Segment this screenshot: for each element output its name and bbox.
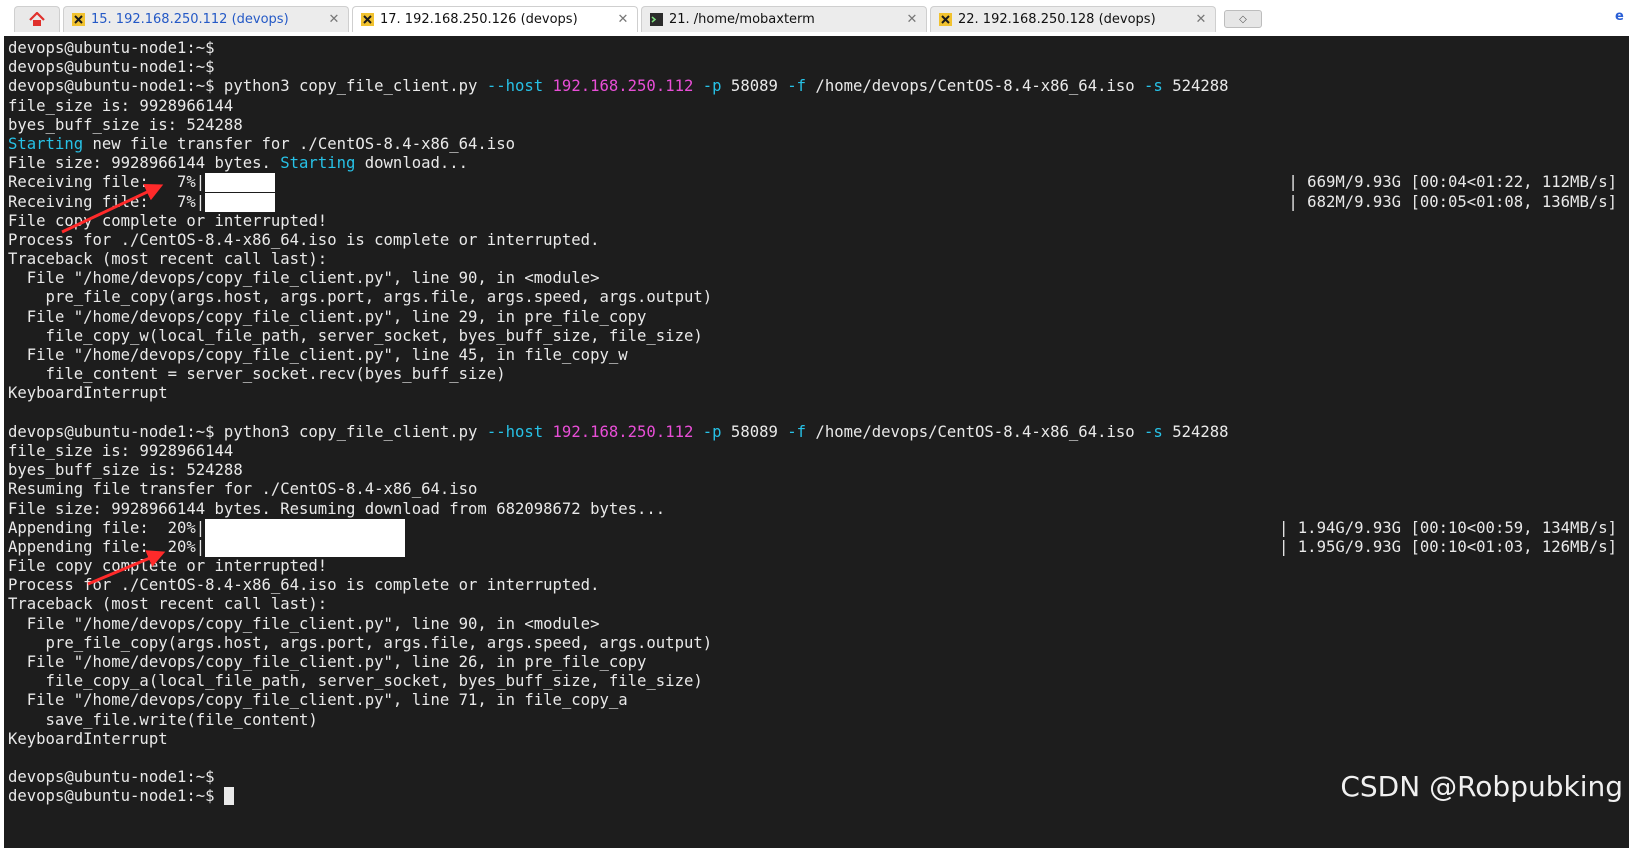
new-tab-button[interactable]: ◇ xyxy=(1224,10,1262,28)
terminal-line: save_file.write(file_content) xyxy=(8,710,318,729)
terminal-line: File size: 9928966144 bytes. Starting do… xyxy=(8,154,469,173)
terminal-line: File "/home/devops/copy_file_client.py",… xyxy=(8,307,647,326)
tab-label: 22. 192.168.250.128 (devops) xyxy=(958,12,1156,27)
terminal-line: KeyboardInterrupt xyxy=(8,729,168,748)
terminal-line: byes_buff_size is: 524288 xyxy=(8,461,243,480)
terminal-line: devops@ubuntu-node1:~$ xyxy=(8,39,215,57)
terminal-line: Appending file: 20%| | 1.94G/9.93G [00:10… xyxy=(8,518,1629,538)
ssh-icon xyxy=(72,13,85,26)
tab-session-21[interactable]: 21. /home/mobaxterm ✕ xyxy=(641,6,927,32)
tab-session-15[interactable]: 15. 192.168.250.112 (devops) ✕ xyxy=(63,6,349,32)
terminal-line: Appending file: 20%| | 1.95G/9.93G [00:10… xyxy=(8,537,1629,557)
progress-bar xyxy=(205,537,406,557)
terminal-line: Process for ./CentOS-8.4-x86_64.iso is c… xyxy=(8,576,600,595)
terminal-line: pre_file_copy(args.host, args.port, args… xyxy=(8,288,713,307)
terminal-line: file_copy_w(local_file_path, server_sock… xyxy=(8,326,703,345)
watermark: CSDN @Robpubking xyxy=(1340,770,1623,803)
progress-stat: | 1.94G/9.93G [00:10<00:59, 134MB/s] xyxy=(1279,518,1617,537)
ssh-icon xyxy=(361,13,374,26)
progress-stat: | 682M/9.93G [00:05<01:08, 136MB/s] xyxy=(1288,192,1617,211)
progress-label: Receiving file: 7%| xyxy=(8,173,206,192)
terminal-line: file_copy_a(local_file_path, server_sock… xyxy=(8,672,703,691)
terminal-line: file_content = server_socket.recv(byes_b… xyxy=(8,365,506,384)
terminal-line: Receiving file: 7%| | 669M/9.93G [00:04<0… xyxy=(8,173,1629,193)
tab-session-17[interactable]: 17. 192.168.250.126 (devops) ✕ xyxy=(352,6,638,32)
terminal-line: file_size is: 9928966144 xyxy=(8,441,234,460)
progress-label: Appending file: 20%| xyxy=(8,537,206,556)
terminal-line: File "/home/devops/copy_file_client.py",… xyxy=(8,269,600,288)
close-icon[interactable]: ✕ xyxy=(1191,12,1211,27)
terminal-line: File "/home/devops/copy_file_client.py",… xyxy=(8,653,647,671)
progress-label: Appending file: 20%| xyxy=(8,518,206,537)
terminal-line: KeyboardInterrupt xyxy=(8,384,168,403)
plus-icon: ◇ xyxy=(1239,13,1247,25)
terminal-line: Resuming file transfer for ./CentOS-8.4-… xyxy=(8,480,478,499)
terminal-line: Process for ./CentOS-8.4-x86_64.iso is c… xyxy=(8,230,600,249)
cursor xyxy=(223,787,234,806)
terminal-line: devops@ubuntu-node1:~$ python3 copy_file… xyxy=(8,422,1229,441)
scroll-right-icon[interactable]: e xyxy=(1615,9,1627,25)
terminal-icon xyxy=(650,13,663,26)
home-button[interactable] xyxy=(14,6,60,32)
progress-stat: | 1.95G/9.93G [00:10<01:03, 126MB/s] xyxy=(1279,537,1617,556)
terminal-line: File "/home/devops/copy_file_client.py",… xyxy=(8,346,628,364)
progress-bar xyxy=(205,518,406,538)
tab-label: 15. 192.168.250.112 (devops) xyxy=(91,12,289,27)
terminal-line: Traceback (most recent call last): xyxy=(8,595,328,614)
terminal-output[interactable]: devops@ubuntu-node1:~$ devops@ubuntu-node… xyxy=(4,36,1629,848)
close-icon[interactable]: ✕ xyxy=(324,12,344,27)
close-icon[interactable]: ✕ xyxy=(613,12,633,27)
terminal-line: File size: 9928966144 bytes. Resuming do… xyxy=(8,499,666,518)
tab-bar: 15. 192.168.250.112 (devops) ✕ 17. 192.1… xyxy=(0,0,1629,36)
terminal-line: File copy complete or interrupted! xyxy=(8,211,328,230)
terminal-line: File copy complete or interrupted! xyxy=(8,557,328,576)
terminal-line: Traceback (most recent call last): xyxy=(8,250,328,269)
terminal-line: File "/home/devops/copy_file_client.py",… xyxy=(8,614,600,633)
progress-label: Receiving file: 7%| xyxy=(8,192,206,211)
ssh-icon xyxy=(939,13,952,26)
tab-label: 17. 192.168.250.126 (devops) xyxy=(380,12,578,27)
terminal-line: file_size is: 9928966144 xyxy=(8,96,234,115)
terminal-line: File "/home/devops/copy_file_client.py",… xyxy=(8,691,628,710)
terminal-line: Receiving file: 7%| | 682M/9.93G [00:05<0… xyxy=(8,192,1629,212)
terminal-line: devops@ubuntu-node1:~$ python3 copy_file… xyxy=(8,77,1229,96)
terminal-line: Starting new file transfer for ./CentOS-… xyxy=(8,134,515,153)
progress-bar xyxy=(205,192,276,212)
home-icon xyxy=(29,12,45,26)
tab-label: 21. /home/mobaxterm xyxy=(669,12,815,27)
terminal-line: pre_file_copy(args.host, args.port, args… xyxy=(8,633,713,652)
progress-bar xyxy=(205,173,276,193)
progress-stat: | 669M/9.93G [00:04<01:22, 112MB/s] xyxy=(1288,173,1617,192)
tab-session-22[interactable]: 22. 192.168.250.128 (devops) ✕ xyxy=(930,6,1216,32)
terminal-line: devops@ubuntu-node1:~$ xyxy=(8,58,215,77)
close-icon[interactable]: ✕ xyxy=(902,12,922,27)
terminal-line: byes_buff_size is: 524288 xyxy=(8,115,243,134)
